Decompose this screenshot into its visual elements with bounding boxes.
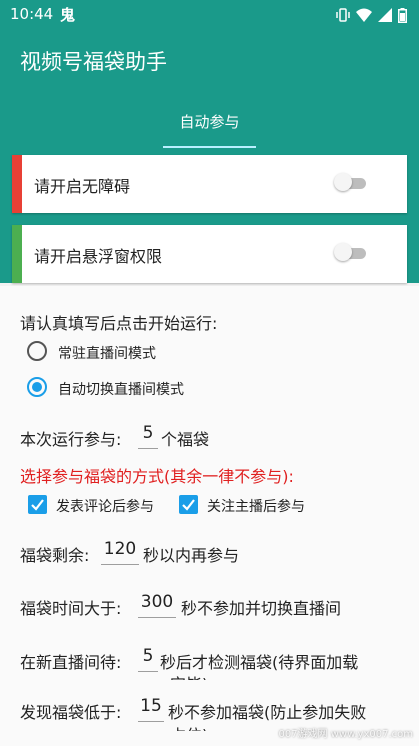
vibrate-icon [336, 8, 350, 22]
count-suffix: 个福袋 [161, 430, 210, 449]
wifi-icon [356, 8, 372, 22]
app-header: 10:44 鬼 视频号福袋助手 自动参与 请开启无障碍 请开启悬浮窗权限 [0, 0, 419, 283]
duration-suffix: 秒不参加并切换直播间 [181, 599, 342, 618]
tab-auto-participate[interactable]: 自动参与 [163, 100, 256, 150]
new-room-input[interactable]: 5 [138, 644, 158, 672]
accessibility-permission-label: 请开启无障碍 [34, 177, 131, 196]
remaining-prefix: 福袋剩余: [20, 546, 90, 565]
card-accent-bar [12, 225, 22, 283]
follow-option-label[interactable]: 关注主播后参与 [207, 496, 305, 516]
method-heading: 选择参与福袋的方式(其余一律不参与): [20, 467, 294, 486]
accessibility-toggle[interactable] [334, 173, 368, 191]
run-prompt: 请认真填写后点击开始运行: [20, 314, 218, 333]
overlay-toggle[interactable] [334, 243, 368, 261]
settings-panel: 请认真填写后点击开始运行: 常驻直播间模式 自动切换直播间模式 本次运行参与: … [0, 286, 419, 746]
toggle-thumb [334, 243, 352, 261]
follow-checkbox[interactable] [179, 495, 198, 514]
mode-auto-switch-radio[interactable] [27, 377, 47, 397]
status-time: 10:44 [10, 5, 54, 23]
tab-indicator [163, 146, 256, 148]
new-room-suffix-overflow: 完毕) [170, 671, 208, 680]
new-room-suffix: 秒后才检测福袋(待界面加载 [160, 653, 359, 672]
battery-icon [398, 7, 407, 23]
mode-resident-radio[interactable] [27, 341, 47, 361]
low-suffix: 秒不参加福袋(防止参加失败 [168, 703, 367, 722]
overlay-permission-card[interactable]: 请开启悬浮窗权限 [12, 225, 407, 283]
accessibility-permission-card[interactable]: 请开启无障碍 [12, 155, 407, 213]
mode-resident-label[interactable]: 常驻直播间模式 [58, 343, 156, 363]
mode-auto-switch-label[interactable]: 自动切换直播间模式 [58, 379, 184, 399]
status-bar: 10:44 鬼 [0, 0, 419, 30]
duration-prefix: 福袋时间大于: [20, 599, 122, 618]
system-icons [336, 7, 407, 23]
remaining-input[interactable]: 120 [101, 537, 139, 565]
low-suffix-overflow: 占位) [170, 722, 208, 731]
count-prefix: 本次运行参与: [20, 430, 122, 449]
card-accent-bar [12, 155, 22, 213]
count-input[interactable]: 5 [138, 421, 158, 449]
low-input[interactable]: 15 [138, 694, 164, 722]
comment-option-label[interactable]: 发表评论后参与 [56, 496, 154, 516]
app-title: 视频号福袋助手 [20, 50, 167, 74]
comment-checkbox[interactable] [28, 495, 47, 514]
app-notification-icon: 鬼 [60, 6, 76, 24]
low-prefix: 发现福袋低于: [20, 703, 122, 722]
toggle-thumb [334, 173, 352, 191]
new-room-prefix: 在新直播间待: [20, 653, 122, 672]
overlay-permission-label: 请开启悬浮窗权限 [34, 247, 163, 266]
remaining-suffix: 秒以内再参与 [143, 546, 240, 565]
site-watermark: 007游戏网 www.yx007.com [278, 729, 413, 740]
duration-input[interactable]: 300 [138, 590, 176, 618]
signal-icon [378, 8, 392, 22]
